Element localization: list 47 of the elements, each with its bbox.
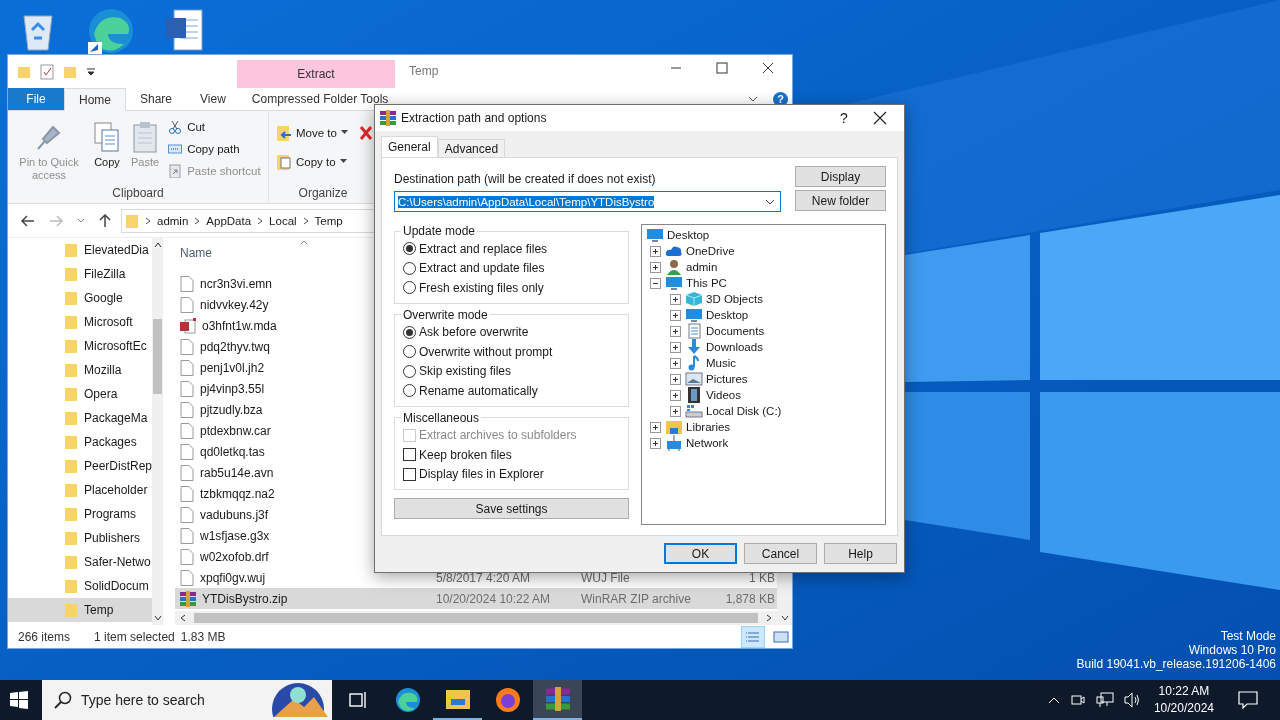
file-size: 1,878 KB [725, 591, 775, 606]
option-label: Rename automatically [419, 383, 538, 398]
file-name: o3hfnt1w.mda [202, 318, 277, 333]
file-name: ptdexbnw.car [200, 423, 271, 438]
file-name: vadubuns.j3f [200, 507, 269, 522]
file-name: nidvvkey.42y [200, 297, 269, 312]
file-name: pj4vinp3.55l [200, 381, 265, 396]
file-size: 1 KB [749, 570, 775, 585]
group-label: Organize [297, 186, 349, 202]
window-title: Temp [409, 64, 439, 80]
option-label: Extract and update files [419, 261, 545, 276]
file-date: 5/8/2017 4:20 AM [436, 570, 531, 585]
file-name: YTDisBystro.zip [202, 591, 288, 606]
status-text: 266 items [18, 629, 71, 644]
desktop-notice: Windows 10 Pro [1188, 643, 1276, 657]
file-name: w02xofob.drf [200, 549, 269, 564]
option-label: Extract and replace files [419, 241, 548, 256]
option-label: Ask before overwrite [419, 325, 529, 340]
status-text: 1.83 MB [180, 629, 226, 644]
option-label: Skip existing files [419, 364, 512, 379]
group-label: Clipboard [111, 186, 165, 202]
field-label: Destination path (will be created if does not exist) [394, 172, 657, 186]
context-group-label: Extract [297, 67, 335, 81]
file-date: 10/20/2024 10:22 AM [436, 591, 551, 606]
dialog-title: Extraction path and options [401, 111, 547, 125]
file-name: penj1v0l.jh2 [200, 360, 265, 375]
file-name: ncr3n3vi.emn [200, 276, 273, 291]
desktop-notice: Build 19041.vb_release.191206-1406 [1076, 657, 1276, 671]
status-text: 1 item selected [94, 629, 175, 644]
group-title: Overwrite mode [402, 307, 489, 322]
option-label: Fresh existing files only [419, 280, 544, 295]
file-name: pdq2thyv.twq [200, 339, 270, 354]
file-name: tzbkmqqz.na2 [200, 486, 275, 501]
option-label: Keep broken files [419, 447, 512, 462]
option-label: Display files in Explorer [419, 467, 544, 482]
file-name: xpqfi0gv.wuj [200, 570, 266, 585]
desktop-notice: Test Mode [1220, 629, 1276, 643]
group-title: Miscellaneous [402, 410, 481, 425]
file-name: qd0letkq.tas [200, 444, 265, 459]
option-label: Extract archives to subfolders [419, 428, 577, 443]
file-name: w1sfjase.g3x [200, 528, 270, 543]
option-label: Overwrite without prompt [419, 344, 553, 359]
file-type: WinRAR ZIP archive [581, 591, 691, 606]
file-type: WUJ File [581, 570, 630, 585]
group-title: Update mode [402, 224, 477, 238]
file-name: rab5u14e.avn [200, 465, 274, 480]
file-name: pjtzudly.bza [200, 402, 263, 417]
